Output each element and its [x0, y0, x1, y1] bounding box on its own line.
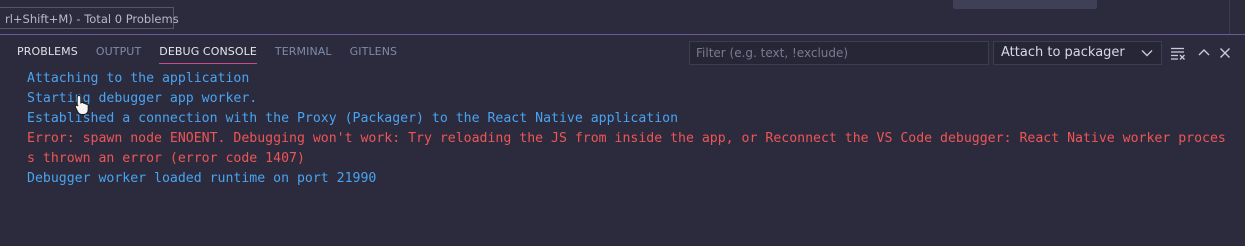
editor-scrollbar-edge — [1229, 0, 1230, 34]
chevron-down-icon — [1141, 42, 1153, 64]
chevron-up-icon[interactable] — [1195, 44, 1213, 62]
console-line: Debugger worker loaded runtime on port 2… — [27, 171, 377, 186]
tab-gitlens[interactable]: GITLENS — [341, 43, 406, 63]
debug-console-output: Attaching to the application Starting de… — [27, 69, 1232, 189]
close-icon[interactable] — [1216, 44, 1234, 62]
mouse-pointer-icon — [74, 94, 90, 116]
panel-tabs: PROBLEMS OUTPUT DEBUG CONSOLE TERMINAL G… — [8, 43, 406, 64]
tab-problems[interactable]: PROBLEMS — [8, 43, 87, 63]
clear-console-icon[interactable] — [1169, 44, 1187, 62]
filter-input[interactable] — [689, 41, 989, 65]
debug-target-value: Attach to packager — [1001, 45, 1125, 60]
console-line: Established a connection with the Proxy … — [27, 111, 679, 126]
console-error-line: Error: spawn node ENOENT. Debugging won'… — [27, 131, 1226, 166]
console-line: Attaching to the application — [27, 71, 250, 86]
tab-terminal[interactable]: TERMINAL — [266, 43, 341, 63]
editor-area-bottom: rl+Shift+M) - Total 0 Problems — [0, 0, 1245, 34]
problems-tooltip: rl+Shift+M) - Total 0 Problems — [0, 7, 179, 29]
tab-debug-console[interactable]: DEBUG CONSOLE — [150, 43, 266, 64]
editor-widget-edge — [953, 0, 1097, 9]
debug-target-select[interactable]: Attach to packager — [993, 41, 1162, 65]
bottom-panel: PROBLEMS OUTPUT DEBUG CONSOLE TERMINAL G… — [0, 35, 1245, 246]
console-line: Starting debugger app worker. — [27, 91, 258, 106]
tab-output[interactable]: OUTPUT — [87, 43, 150, 63]
